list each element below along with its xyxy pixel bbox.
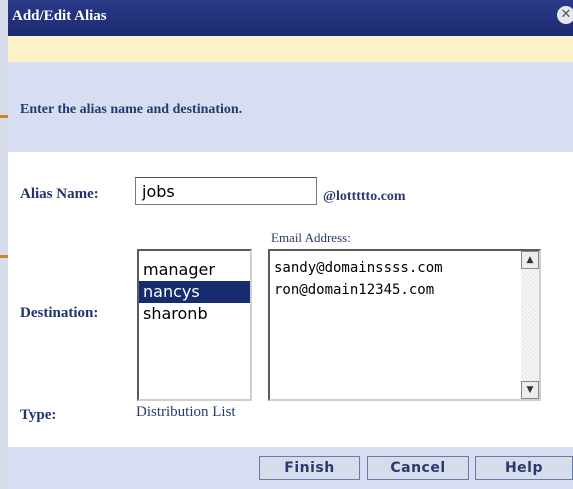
email-line: ron@domain12345.com xyxy=(274,282,435,298)
dialog-title: Add/Edit Alias xyxy=(12,8,107,24)
list-item[interactable]: manager xyxy=(139,259,250,281)
message-band xyxy=(8,36,573,62)
alias-name-label: Alias Name: xyxy=(20,186,99,202)
close-icon[interactable]: ✕ xyxy=(557,6,573,24)
scroll-down-icon[interactable]: ▼ xyxy=(521,381,539,399)
cancel-button[interactable]: Cancel xyxy=(367,456,469,480)
left-edge xyxy=(0,0,8,489)
email-list[interactable]: sandy@domainssss.com ron@domain12345.com xyxy=(274,257,520,301)
email-line: sandy@domainssss.com xyxy=(274,260,443,276)
list-item-selected[interactable]: nancys xyxy=(139,281,250,303)
title-bar: Add/Edit Alias ✕ xyxy=(8,0,573,36)
edge-mark xyxy=(0,255,8,258)
list-item[interactable]: sharonb xyxy=(139,303,250,325)
help-button[interactable]: Help xyxy=(475,456,573,480)
finish-button[interactable]: Finish xyxy=(259,456,360,480)
edge-mark xyxy=(0,115,8,118)
scroll-up-icon[interactable]: ▲ xyxy=(521,251,539,269)
add-edit-alias-dialog: Add/Edit Alias ✕ Enter the alias name an… xyxy=(0,0,573,489)
email-address-textarea[interactable]: sandy@domainssss.com ron@domain12345.com… xyxy=(268,249,541,401)
instructions-panel: Enter the alias name and destination. xyxy=(8,62,573,152)
alias-name-input[interactable] xyxy=(135,177,317,205)
vertical-scrollbar[interactable]: ▲ ▼ xyxy=(521,251,539,399)
instructions-text: Enter the alias name and destination. xyxy=(20,102,243,117)
domain-suffix: @lottttto.com xyxy=(323,189,406,204)
type-label: Type: xyxy=(20,407,57,423)
type-value: Distribution List xyxy=(136,404,236,420)
destination-list[interactable]: manager nancys sharonb xyxy=(137,249,252,401)
destination-label: Destination: xyxy=(20,305,99,321)
email-address-label: Email Address: xyxy=(271,230,351,245)
button-bar: Finish Cancel Help xyxy=(8,447,573,489)
